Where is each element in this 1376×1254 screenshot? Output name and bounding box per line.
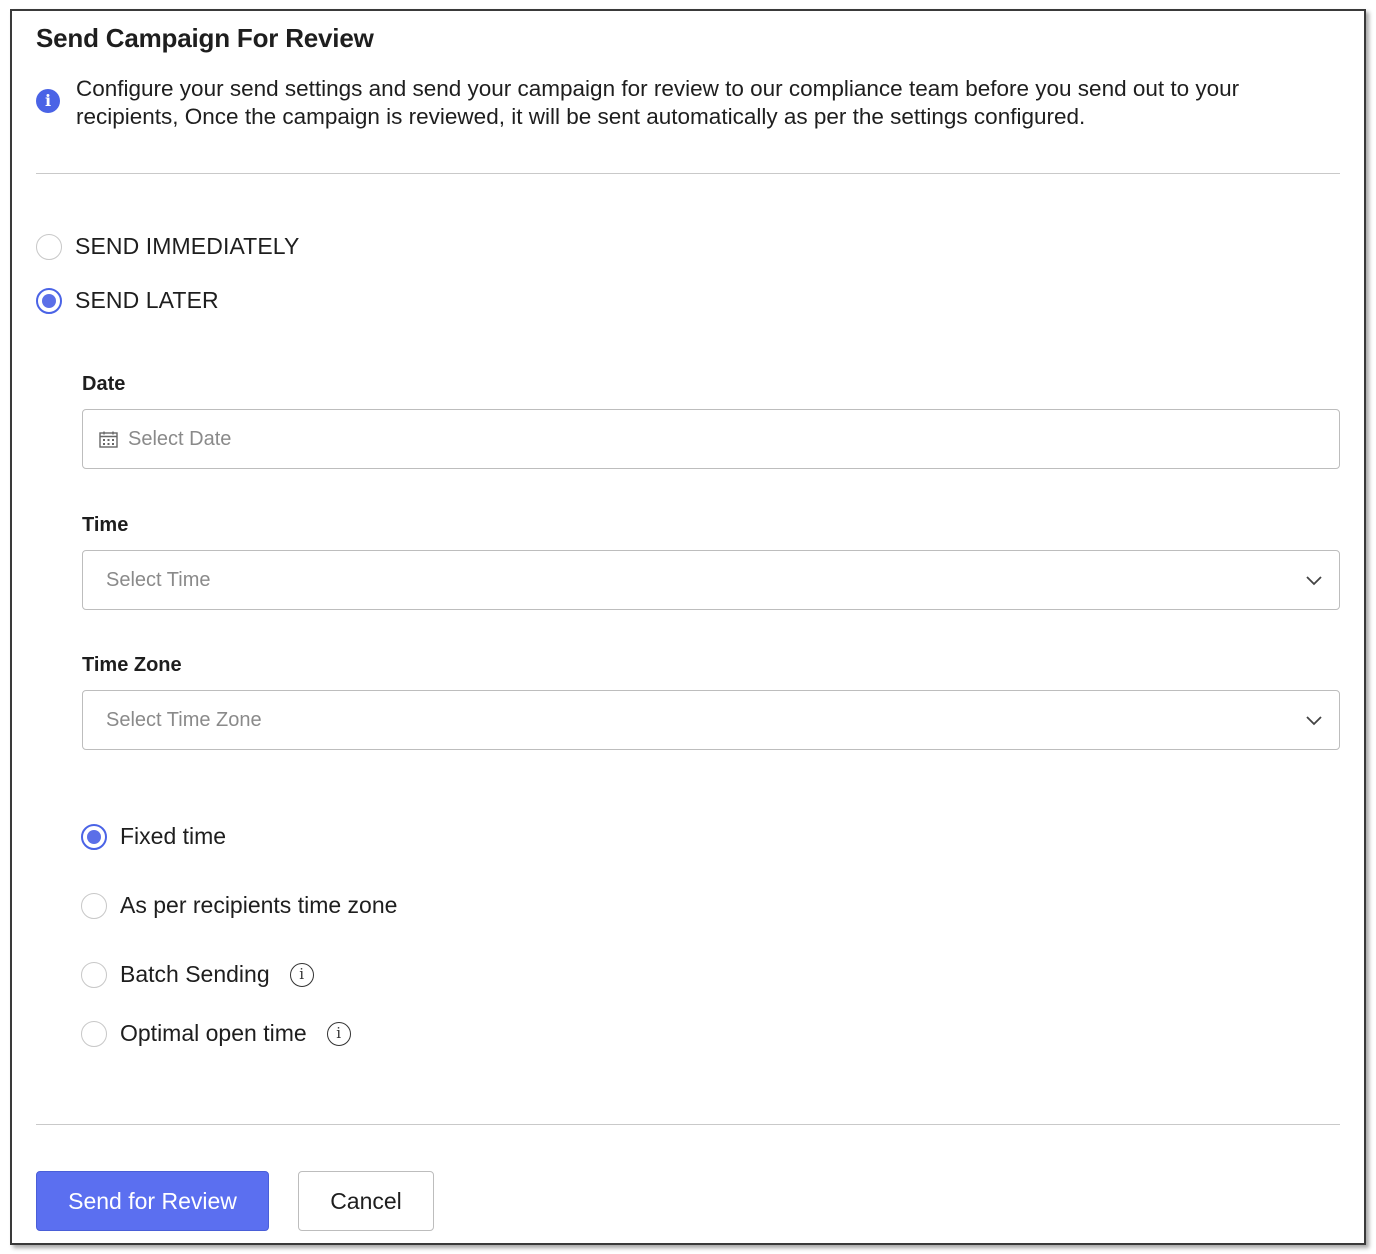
top-divider — [36, 173, 1340, 174]
calendar-icon — [99, 431, 118, 448]
time-label: Time — [82, 514, 129, 536]
send-later-option[interactable]: SEND LATER — [36, 287, 219, 314]
info-icon[interactable]: i — [326, 1021, 351, 1046]
optimal-open-time-label: Optimal open time — [120, 1020, 307, 1046]
send-later-label: SEND LATER — [75, 287, 219, 313]
recipient-timezone-radio[interactable] — [81, 892, 107, 919]
fixed-time-option[interactable]: Fixed time — [81, 823, 226, 850]
send-campaign-dialog: Send Campaign For Review i Configure you… — [10, 9, 1366, 1245]
info-icon[interactable]: i — [289, 962, 314, 987]
cancel-button[interactable]: Cancel — [298, 1171, 434, 1231]
dialog-title: Send Campaign For Review — [36, 23, 374, 53]
timezone-placeholder: Select Time Zone — [106, 708, 262, 731]
send-immediately-option[interactable]: SEND IMMEDIATELY — [36, 233, 299, 260]
send-immediately-radio[interactable] — [36, 233, 62, 260]
date-placeholder: Select Date — [128, 427, 232, 450]
date-label: Date — [82, 373, 126, 395]
recipient-timezone-option[interactable]: As per recipients time zone — [81, 892, 397, 919]
send-for-review-button[interactable]: Send for Review — [36, 1171, 269, 1231]
chevron-down-icon — [1306, 716, 1322, 726]
send-later-radio[interactable] — [36, 287, 62, 314]
batch-sending-option[interactable]: Batch Sending i — [81, 961, 314, 988]
fixed-time-label: Fixed time — [120, 823, 227, 849]
optimal-open-time-option[interactable]: Optimal open time i — [81, 1020, 351, 1047]
info-text: Configure your send settings and send yo… — [76, 76, 1240, 129]
recipient-timezone-label: As per recipients time zone — [120, 892, 398, 918]
batch-sending-label: Batch Sending — [120, 961, 270, 987]
time-select[interactable]: Select Time — [82, 550, 1340, 610]
batch-sending-radio[interactable] — [81, 961, 107, 988]
bottom-divider — [36, 1124, 1340, 1125]
time-placeholder: Select Time — [106, 568, 211, 591]
send-immediately-label: SEND IMMEDIATELY — [75, 233, 300, 259]
timezone-select[interactable]: Select Time Zone — [82, 690, 1340, 750]
timezone-label: Time Zone — [82, 654, 182, 676]
chevron-down-icon — [1306, 576, 1322, 586]
date-field[interactable]: Select Date — [82, 409, 1340, 469]
info-icon: i — [36, 89, 60, 113]
optimal-open-time-radio[interactable] — [81, 1020, 107, 1047]
fixed-time-radio[interactable] — [81, 823, 107, 850]
